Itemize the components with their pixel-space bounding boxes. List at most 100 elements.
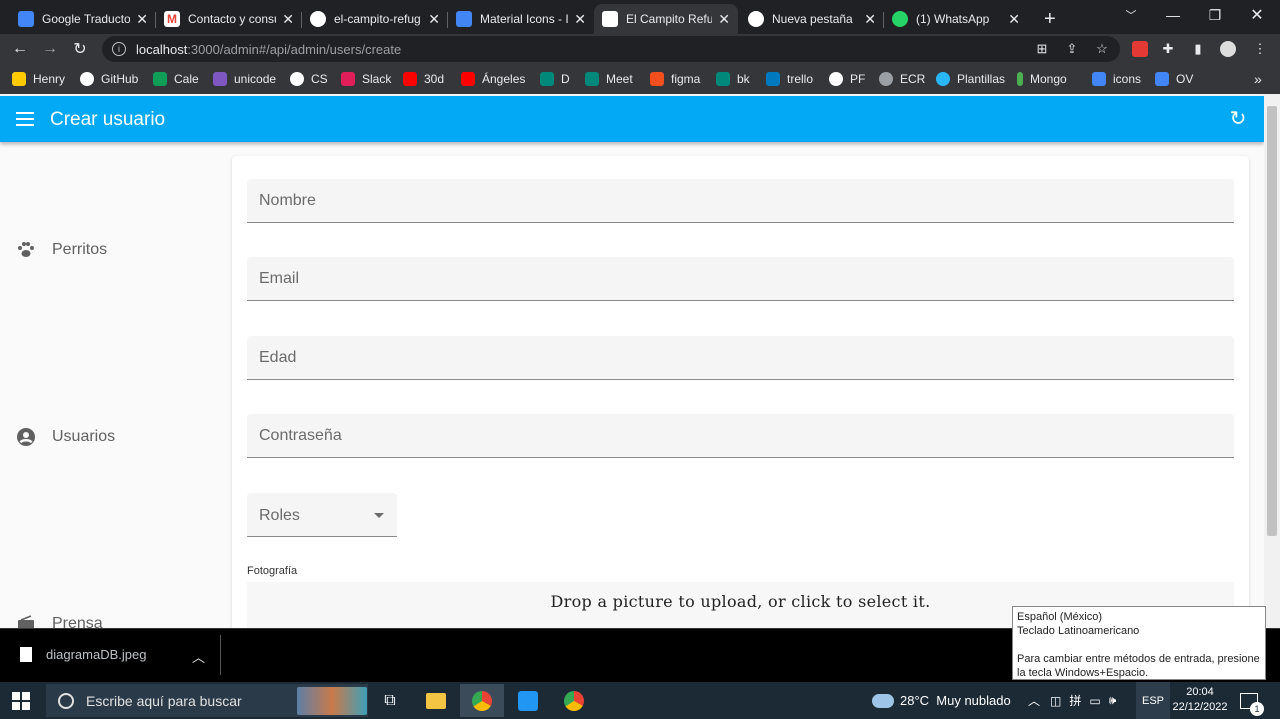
close-icon[interactable]: ✕ bbox=[136, 11, 148, 28]
forward-button[interactable]: → bbox=[38, 37, 62, 61]
email-field[interactable] bbox=[247, 257, 1234, 301]
star-icon[interactable]: ☆ bbox=[1094, 41, 1110, 57]
chrome-profile-icon[interactable] bbox=[552, 684, 596, 717]
close-window-button[interactable]: ✕ bbox=[1234, 0, 1280, 30]
tab-nueva-pestana[interactable]: Nueva pestaña ✕ bbox=[740, 4, 884, 34]
edad-input[interactable] bbox=[247, 336, 1234, 379]
new-tab-button[interactable]: + bbox=[1036, 4, 1062, 34]
roles-select[interactable]: Roles bbox=[247, 493, 397, 537]
nombre-input[interactable] bbox=[247, 179, 1234, 222]
bookmark-d[interactable]: D bbox=[540, 70, 570, 88]
more-bookmarks-button[interactable]: » bbox=[1254, 70, 1262, 88]
kebab-menu-icon[interactable]: ⋮ bbox=[1252, 41, 1268, 57]
bookmark-label: Meet bbox=[606, 72, 633, 86]
cale-icon bbox=[153, 72, 167, 86]
reload-icon: ↻ bbox=[73, 41, 87, 58]
chrome-icon[interactable] bbox=[460, 684, 504, 717]
bookmark-meet[interactable]: Meet bbox=[585, 70, 633, 88]
restore-button[interactable]: ❐ bbox=[1192, 0, 1238, 30]
tab-whatsapp[interactable]: (1) WhatsApp ✕ bbox=[884, 4, 1028, 34]
tab-material-icons[interactable]: Material Icons - I ✕ bbox=[448, 4, 594, 34]
tab-google-traductor[interactable]: Google Traductor ✕ bbox=[10, 4, 156, 34]
download-item[interactable]: diagramaDB.jpeg bbox=[20, 647, 146, 662]
sidebar-item-usuarios[interactable]: Usuarios bbox=[16, 427, 115, 447]
bookmark-ov[interactable]: OV bbox=[1155, 70, 1193, 88]
puzzle-icon[interactable]: ✚ bbox=[1160, 41, 1176, 57]
task-view-icon[interactable]: ⧉ bbox=[368, 684, 412, 717]
weather-widget[interactable]: 28°C Muy nublado bbox=[872, 682, 1011, 719]
close-icon[interactable]: ✕ bbox=[282, 11, 294, 28]
search-highlight-image[interactable] bbox=[296, 684, 368, 717]
close-icon[interactable]: ✕ bbox=[1008, 11, 1020, 28]
reload-button[interactable]: ↻ bbox=[68, 37, 92, 61]
bookmark-30d[interactable]: 30d bbox=[403, 70, 444, 88]
slack-icon bbox=[341, 72, 355, 86]
bookmark-trello[interactable]: trello bbox=[766, 70, 813, 88]
close-icon[interactable]: ✕ bbox=[574, 11, 586, 28]
share-icon[interactable]: ⇪ bbox=[1064, 41, 1080, 57]
bookmark-henry[interactable]: Henry bbox=[12, 70, 65, 88]
restore-icon: ❐ bbox=[1208, 6, 1222, 23]
notification-badge: 1 bbox=[1250, 702, 1264, 716]
contrasena-input[interactable] bbox=[247, 414, 1234, 457]
bookmark-bk[interactable]: bk bbox=[716, 70, 750, 88]
translate-icon[interactable]: ⊞ bbox=[1034, 41, 1050, 57]
scrollbar-thumb[interactable] bbox=[1267, 106, 1277, 536]
photo-label: Fotografía bbox=[247, 565, 298, 577]
close-icon[interactable]: ✕ bbox=[864, 11, 876, 28]
bookmark-cale[interactable]: Cale bbox=[153, 70, 199, 88]
sidebar-item-perritos[interactable]: Perritos bbox=[16, 240, 107, 260]
google-translate-icon bbox=[18, 11, 34, 27]
nombre-field[interactable] bbox=[247, 179, 1234, 223]
vscode-icon[interactable] bbox=[506, 684, 550, 717]
minimize-button[interactable]: — bbox=[1150, 0, 1196, 30]
app-bar: Crear usuario ↻ bbox=[0, 96, 1264, 142]
chevron-up-icon[interactable]: ︿ bbox=[192, 647, 205, 666]
notification-center[interactable]: 1 bbox=[1240, 682, 1264, 719]
menu-icon[interactable] bbox=[16, 110, 34, 128]
bookmark-angeles[interactable]: Ángeles bbox=[461, 70, 525, 88]
bookmark-plantillas[interactable]: Plantillas bbox=[936, 70, 1005, 88]
tab-el-campito-active[interactable]: El Campito Refug ✕ bbox=[594, 4, 738, 34]
bookmark-ecr[interactable]: ECR bbox=[879, 70, 925, 88]
refresh-icon[interactable]: ↻ bbox=[1228, 109, 1248, 129]
sidepanel-icon[interactable]: ▮ bbox=[1190, 41, 1206, 57]
cloud-icon bbox=[872, 693, 894, 708]
tab-github-repo[interactable]: el-campito-refug ✕ bbox=[302, 4, 448, 34]
sidebar-item-prensa[interactable]: Prensa bbox=[16, 614, 103, 628]
trello-icon bbox=[766, 72, 780, 86]
bookmark-unicode[interactable]: unicode bbox=[213, 70, 276, 88]
bookmark-slack[interactable]: Slack bbox=[341, 70, 391, 88]
close-icon[interactable]: ✕ bbox=[428, 11, 440, 28]
back-button[interactable]: ← bbox=[8, 37, 32, 61]
bookmark-icons[interactable]: icons bbox=[1092, 70, 1141, 88]
bookmark-cs[interactable]: CS bbox=[290, 70, 328, 88]
close-icon[interactable]: ✕ bbox=[718, 11, 730, 28]
gmail-icon: M bbox=[164, 11, 180, 27]
email-input[interactable] bbox=[247, 257, 1234, 300]
info-icon[interactable]: i bbox=[112, 42, 126, 56]
chevron-down-icon: ﹀ bbox=[1125, 10, 1137, 22]
windows-start-icon[interactable] bbox=[12, 692, 30, 710]
page-scrollbar[interactable] bbox=[1264, 94, 1280, 628]
bookmark-label: Slack bbox=[362, 72, 392, 86]
contrasena-field[interactable] bbox=[247, 414, 1234, 458]
tab-search-button[interactable]: ﹀ bbox=[1108, 0, 1154, 30]
tab-contacto[interactable]: M Contacto y consu ✕ bbox=[156, 4, 302, 34]
address-bar[interactable]: i localhost:3000/admin#/api/admin/users/… bbox=[102, 36, 1120, 62]
avatar[interactable] bbox=[1220, 41, 1236, 57]
file-explorer-icon[interactable] bbox=[414, 684, 458, 717]
meet-icon bbox=[585, 72, 599, 86]
taskbar-clock[interactable]: 20:04 22/12/2022 bbox=[1170, 685, 1230, 715]
extension-red-icon[interactable] bbox=[1132, 41, 1148, 57]
bookmark-mongo[interactable]: Mongo bbox=[1017, 70, 1067, 88]
bookmark-figma[interactable]: figma bbox=[650, 70, 700, 88]
url-path: :3000/admin#/api/admin/users/create bbox=[187, 41, 402, 57]
bookmark-pf[interactable]: PF bbox=[829, 70, 865, 88]
system-tray-icons[interactable]: ︿ ◫ 拼 ▭ 🕪 bbox=[1028, 682, 1116, 719]
clock-date: 22/12/2022 bbox=[1172, 701, 1228, 713]
bookmark-label: OV bbox=[1176, 72, 1194, 86]
bookmark-github[interactable]: GitHub bbox=[80, 70, 138, 88]
edad-field[interactable] bbox=[247, 336, 1234, 380]
language-indicator[interactable]: ESP bbox=[1136, 682, 1170, 719]
